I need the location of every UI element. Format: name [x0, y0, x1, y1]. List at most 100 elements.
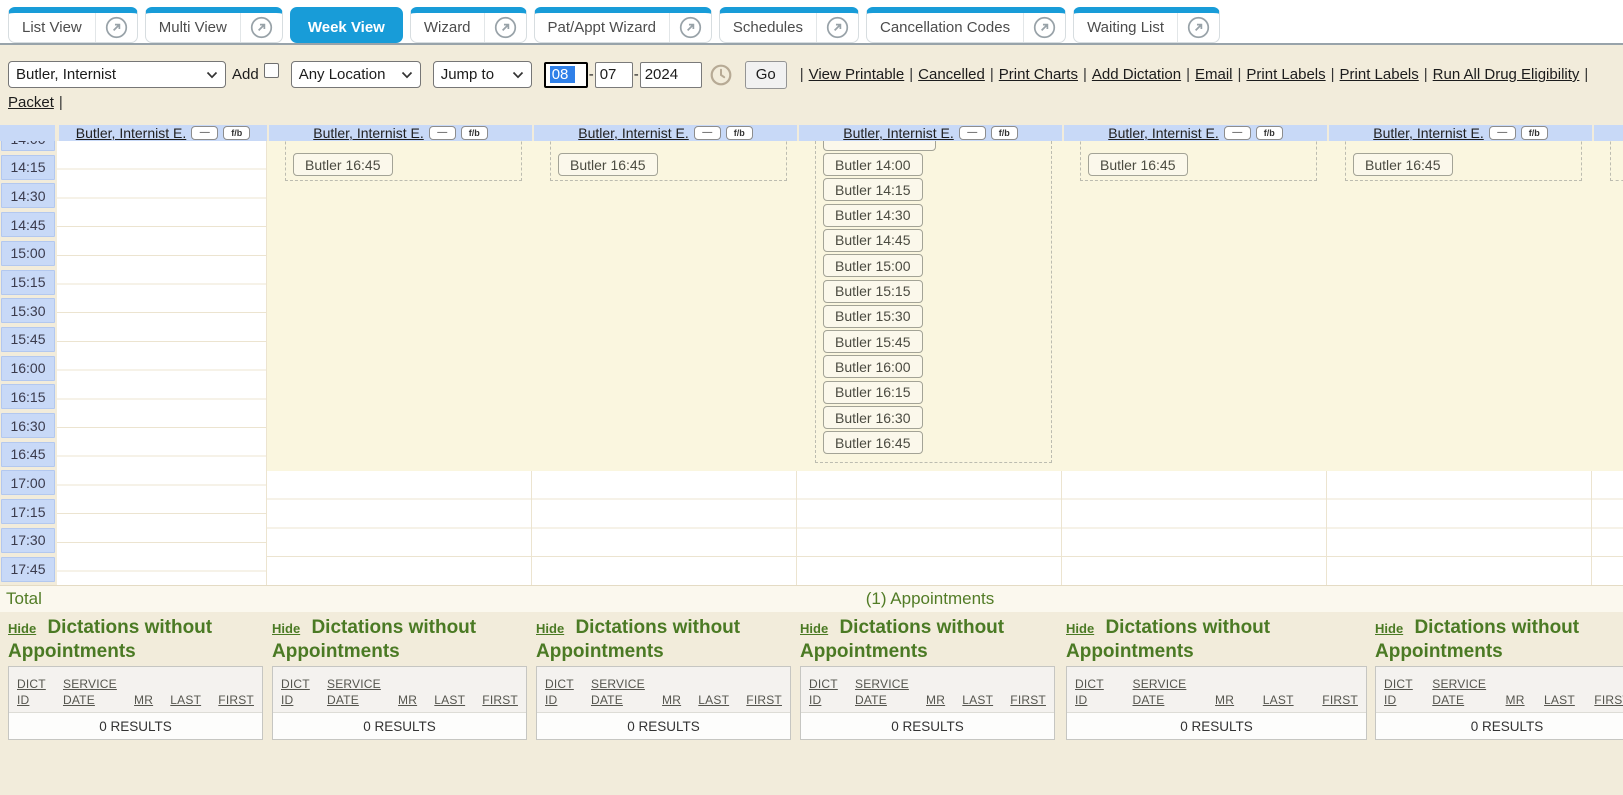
sort-column-mr[interactable]: MR [662, 692, 681, 708]
sort-column-DICT-id[interactable]: DICTID [1384, 676, 1413, 708]
appointment-slot-button[interactable]: Butler 16:45 [293, 153, 393, 176]
tab-waiting-list[interactable]: Waiting List [1073, 7, 1220, 43]
sort-column-first[interactable]: FIRST [218, 692, 254, 708]
sort-column-DICT-id[interactable]: DICTID [1075, 676, 1104, 708]
external-link-icon[interactable] [669, 13, 711, 42]
hide-link[interactable]: Hide [272, 621, 300, 636]
tab-list-view[interactable]: List View [8, 7, 138, 43]
appointment-slot-button[interactable]: Butler 15:00 [823, 254, 923, 277]
provider-header-link[interactable]: Butler, Internist E. [578, 125, 689, 141]
hide-link[interactable]: Hide [1375, 621, 1403, 636]
sort-column-DICT-id[interactable]: DICTID [809, 676, 838, 708]
sort-column-SERVICE-date[interactable]: SERVICEDATE [1132, 676, 1186, 708]
minimize-button[interactable]: — [959, 126, 986, 140]
date-year-input[interactable]: 2024 [640, 62, 702, 88]
sort-column-last[interactable]: LAST [170, 692, 201, 708]
appointment-slot-button[interactable]: Butler 16:45 [823, 431, 923, 454]
tab-pat-appt-wizard[interactable]: Pat/Appt Wizard [534, 7, 712, 43]
provider-header-link[interactable]: Butler, Internist E. [1373, 125, 1484, 141]
minimize-button[interactable]: — [191, 126, 218, 140]
toolbar-link-view-printable[interactable]: View Printable [809, 66, 905, 83]
fb-button[interactable]: f/b [726, 126, 753, 140]
sort-column-first[interactable]: FIRST [1594, 692, 1623, 708]
provider-header-link[interactable]: Butler, Internist E. [313, 125, 424, 141]
tab-cancellation-codes[interactable]: Cancellation Codes [866, 7, 1066, 43]
fb-button[interactable]: f/b [1256, 126, 1283, 140]
toolbar-link-cancelled[interactable]: Cancelled [918, 66, 985, 83]
sort-column-mr[interactable]: MR [926, 692, 945, 708]
sort-column-first[interactable]: FIRST [1322, 692, 1358, 708]
fb-button[interactable]: f/b [1521, 126, 1548, 140]
appointment-slot-button[interactable] [823, 141, 936, 151]
sort-column-DICT-id[interactable]: DICTID [545, 676, 574, 708]
go-button[interactable]: Go [745, 61, 787, 89]
sort-column-last[interactable]: LAST [1263, 692, 1294, 708]
external-link-icon[interactable] [95, 13, 137, 42]
toolbar-link-print-charts[interactable]: Print Charts [999, 66, 1078, 83]
sort-column-last[interactable]: LAST [698, 692, 729, 708]
external-link-icon[interactable] [816, 13, 858, 42]
fb-button[interactable]: f/b [461, 126, 488, 140]
sort-column-DICT-id[interactable]: DICTID [281, 676, 310, 708]
appointment-slot-button[interactable]: Butler 14:00 [823, 153, 923, 176]
external-link-icon[interactable] [1177, 13, 1219, 42]
date-day-input[interactable]: 07 [595, 62, 633, 88]
minimize-button[interactable]: — [1489, 126, 1516, 140]
minimize-button[interactable]: — [694, 126, 721, 140]
sort-column-mr[interactable]: MR [1215, 692, 1234, 708]
tab-multi-view[interactable]: Multi View [145, 7, 283, 43]
external-link-icon[interactable] [240, 13, 282, 42]
sort-column-SERVICE-date[interactable]: SERVICEDATE [63, 676, 117, 708]
toolbar-link-run-all-drug-eligibility[interactable]: Run All Drug Eligibility [1433, 66, 1580, 83]
sort-column-first[interactable]: FIRST [482, 692, 518, 708]
appointment-slot-button[interactable]: Butler 14:45 [823, 229, 923, 252]
sort-column-mr[interactable]: MR [1506, 692, 1525, 708]
provider-header-link[interactable]: Butler, Internist E. [843, 125, 954, 141]
provider-header-link[interactable]: Butler, Internist E. [76, 125, 187, 141]
hide-link[interactable]: Hide [800, 621, 828, 636]
sort-column-SERVICE-date[interactable]: SERVICEDATE [327, 676, 381, 708]
sort-column-SERVICE-date[interactable]: SERVICEDATE [855, 676, 909, 708]
toolbar-link-add-dictation[interactable]: Add Dictation [1092, 66, 1181, 83]
hide-link[interactable]: Hide [536, 621, 564, 636]
sort-column-SERVICE-date[interactable]: SERVICEDATE [1432, 676, 1486, 708]
appointment-slot-button[interactable]: Butler 16:45 [1353, 153, 1453, 176]
minimize-button[interactable]: — [429, 126, 456, 140]
minimize-button[interactable]: — [1224, 126, 1251, 140]
appointment-slot-button[interactable]: Butler 16:15 [823, 381, 923, 404]
sort-column-first[interactable]: FIRST [746, 692, 782, 708]
appointment-slot-button[interactable]: Butler 14:30 [823, 204, 923, 227]
sort-column-first[interactable]: FIRST [1010, 692, 1046, 708]
external-link-icon[interactable] [1023, 13, 1065, 42]
sort-column-last[interactable]: LAST [1544, 692, 1575, 708]
appointment-slot-button[interactable]: Butler 16:30 [823, 406, 923, 429]
sort-column-SERVICE-date[interactable]: SERVICEDATE [591, 676, 645, 708]
provider-select[interactable]: Butler, Internist [8, 61, 226, 88]
appointment-slot-button[interactable]: Butler 15:30 [823, 305, 923, 328]
sort-column-mr[interactable]: MR [398, 692, 417, 708]
appointment-slot-button[interactable]: Butler 16:45 [558, 153, 658, 176]
appointment-slot-button[interactable]: Butler 15:15 [823, 280, 923, 303]
toolbar-link-email[interactable]: Email [1195, 66, 1233, 83]
toolbar-link-print-labels[interactable]: Print Labels [1340, 66, 1419, 83]
appointment-slot-button[interactable]: Butler 15:45 [823, 330, 923, 353]
date-month-input[interactable]: 08 [544, 62, 588, 88]
tab-wizard[interactable]: Wizard [410, 7, 527, 43]
fb-button[interactable]: f/b [223, 126, 250, 140]
external-link-icon[interactable] [484, 13, 526, 42]
hide-link[interactable]: Hide [1066, 621, 1094, 636]
sort-column-mr[interactable]: MR [134, 692, 153, 708]
jump-to-select[interactable]: Jump to [433, 61, 532, 88]
toolbar-link-packet[interactable]: Packet [8, 94, 54, 111]
appointment-slot-button[interactable]: Butler 16:45 [1088, 153, 1188, 176]
sort-column-last[interactable]: LAST [962, 692, 993, 708]
hide-link[interactable]: Hide [8, 621, 36, 636]
sort-column-last[interactable]: LAST [434, 692, 465, 708]
tab-week-view[interactable]: Week View [290, 7, 403, 43]
appointment-slot-button[interactable]: Butler 14:15 [823, 178, 923, 201]
sort-column-DICT-id[interactable]: DICTID [17, 676, 46, 708]
tab-schedules[interactable]: Schedules [719, 7, 859, 43]
fb-button[interactable]: f/b [991, 126, 1018, 140]
appointment-slot-button[interactable]: Butler 16:00 [823, 355, 923, 378]
provider-header-link[interactable]: Butler, Internist E. [1108, 125, 1219, 141]
